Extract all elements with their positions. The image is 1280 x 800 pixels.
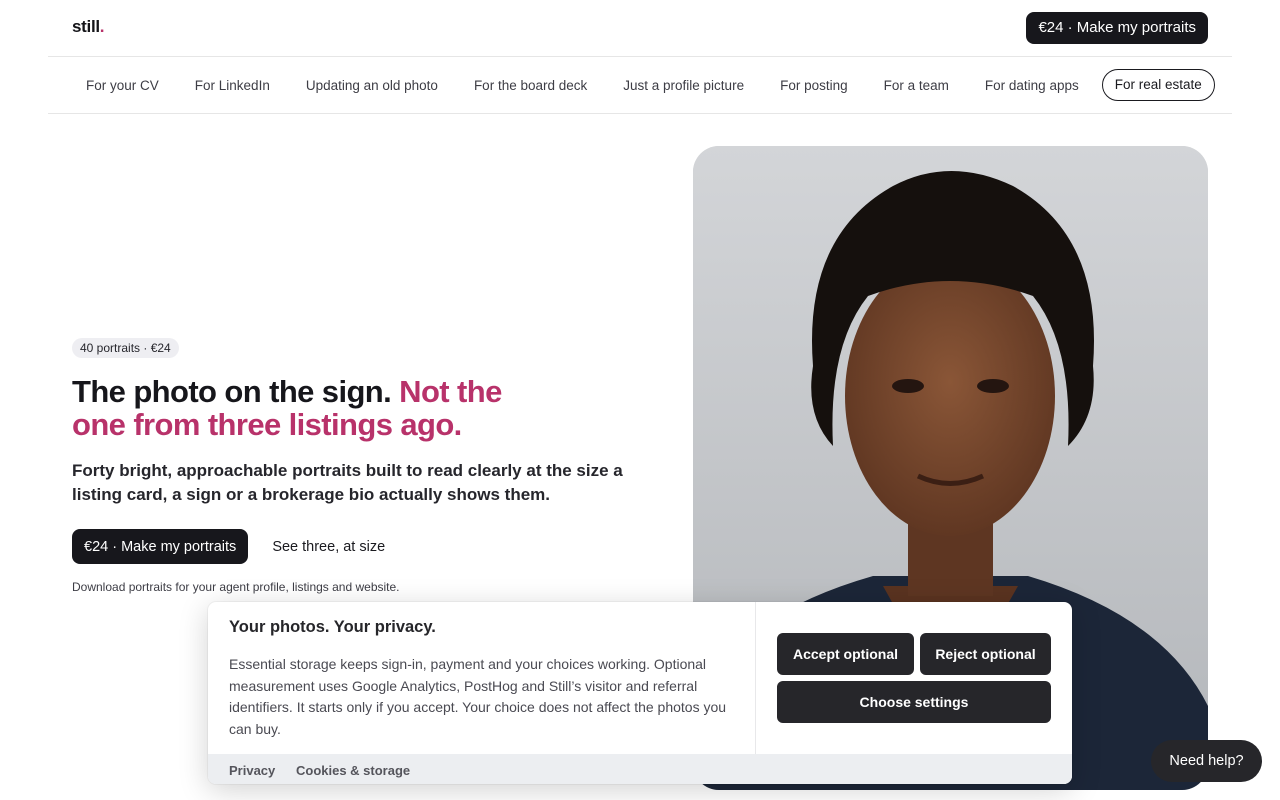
page-title: The photo on the sign. Not the one from …	[72, 375, 542, 441]
need-help-button[interactable]: Need help?	[1151, 740, 1262, 782]
consent-body: Essential storage keeps sign-in, payment…	[229, 656, 727, 737]
tab-just-profile-picture[interactable]: Just a profile picture	[610, 69, 757, 101]
use-case-tabs: For your CV For LinkedIn Updating an old…	[48, 57, 1232, 114]
hero-actions: €24 · Make my portraits See three, at si…	[72, 529, 652, 564]
logo-text: still	[72, 17, 100, 36]
hero-subheadline: Forty bright, approachable portraits bui…	[72, 461, 623, 504]
tab-for-real-estate[interactable]: For real estate	[1101, 69, 1215, 101]
choose-settings-button[interactable]: Choose settings	[777, 681, 1051, 723]
site-header: still. €24 · Make my portraits	[48, 0, 1232, 57]
tab-for-a-team[interactable]: For a team	[871, 69, 962, 101]
hero-section: 40 portraits · €24 The photo on the sign…	[72, 338, 652, 594]
header-make-portraits-button[interactable]: €24 · Make my portraits	[1026, 12, 1208, 44]
tab-for-board-deck[interactable]: For the board deck	[461, 69, 600, 101]
consent-footer: Privacy Cookies & storage	[208, 754, 1072, 784]
privacy-link[interactable]: Privacy	[229, 763, 275, 778]
make-portraits-button[interactable]: €24 · Make my portraits	[72, 529, 249, 564]
consent-divider	[755, 602, 756, 754]
headline-plain: The photo on the sign.	[72, 374, 400, 409]
tab-for-linkedin[interactable]: For LinkedIn	[182, 69, 283, 101]
tab-overflow-item[interactable]: F	[1225, 69, 1232, 101]
cookie-consent-dialog: Your photos. Your privacy. Essential sto…	[208, 602, 1072, 784]
cookies-storage-link[interactable]: Cookies & storage	[296, 763, 410, 778]
logo-dot: .	[99, 17, 105, 36]
accept-optional-button[interactable]: Accept optional	[777, 633, 914, 675]
price-badge: 40 portraits · €24	[72, 338, 179, 358]
consent-title: Your photos. Your privacy.	[229, 618, 436, 636]
see-three-link[interactable]: See three, at size	[272, 539, 385, 555]
tab-updating-old-photo[interactable]: Updating an old photo	[293, 69, 451, 101]
reject-optional-button[interactable]: Reject optional	[920, 633, 1051, 675]
tab-for-dating-apps[interactable]: For dating apps	[972, 69, 1092, 101]
logo[interactable]: still.	[72, 17, 105, 37]
hero-footnote: Download portraits for your agent profil…	[72, 580, 400, 594]
tab-for-posting[interactable]: For posting	[767, 69, 861, 101]
tab-for-your-cv[interactable]: For your CV	[85, 69, 172, 101]
